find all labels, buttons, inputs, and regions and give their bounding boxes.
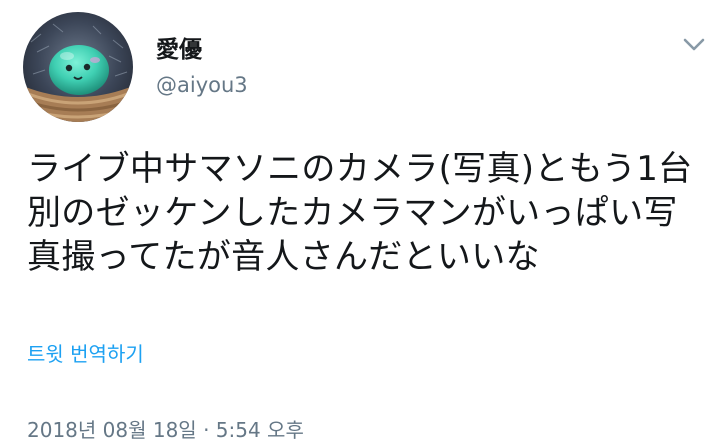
user-handle[interactable]: @aiyou3 <box>156 72 248 98</box>
translate-tweet-link[interactable]: 트윗 번역하기 <box>27 341 144 367</box>
tweet-text: ライブ中サマソニのカメラ(写真)ともう1台 別のゼッケンしたカメラマンがいっぱい… <box>27 147 707 279</box>
tweet-text-line: 真撮ってたが音人さんだといいな <box>27 237 540 277</box>
author-block: 愛優 @aiyou3 <box>156 36 248 98</box>
avatar[interactable] <box>23 12 133 122</box>
tweet-text-line: ライブ中サマソニのカメラ(写真)ともう1台 <box>27 149 693 189</box>
chevron-down-icon[interactable] <box>680 30 708 58</box>
tweet-timestamp[interactable]: 2018년 08월 18일 · 5:54 오후 <box>27 417 304 443</box>
tweet: 愛優 @aiyou3 ライブ中サマソニのカメラ(写真)ともう1台 別のゼッケンし… <box>0 0 720 442</box>
green-blob-plush-avatar-icon <box>23 12 133 122</box>
display-name[interactable]: 愛優 <box>156 36 248 64</box>
tweet-text-line: 別のゼッケンしたカメラマンがいっぱい写 <box>27 193 678 233</box>
